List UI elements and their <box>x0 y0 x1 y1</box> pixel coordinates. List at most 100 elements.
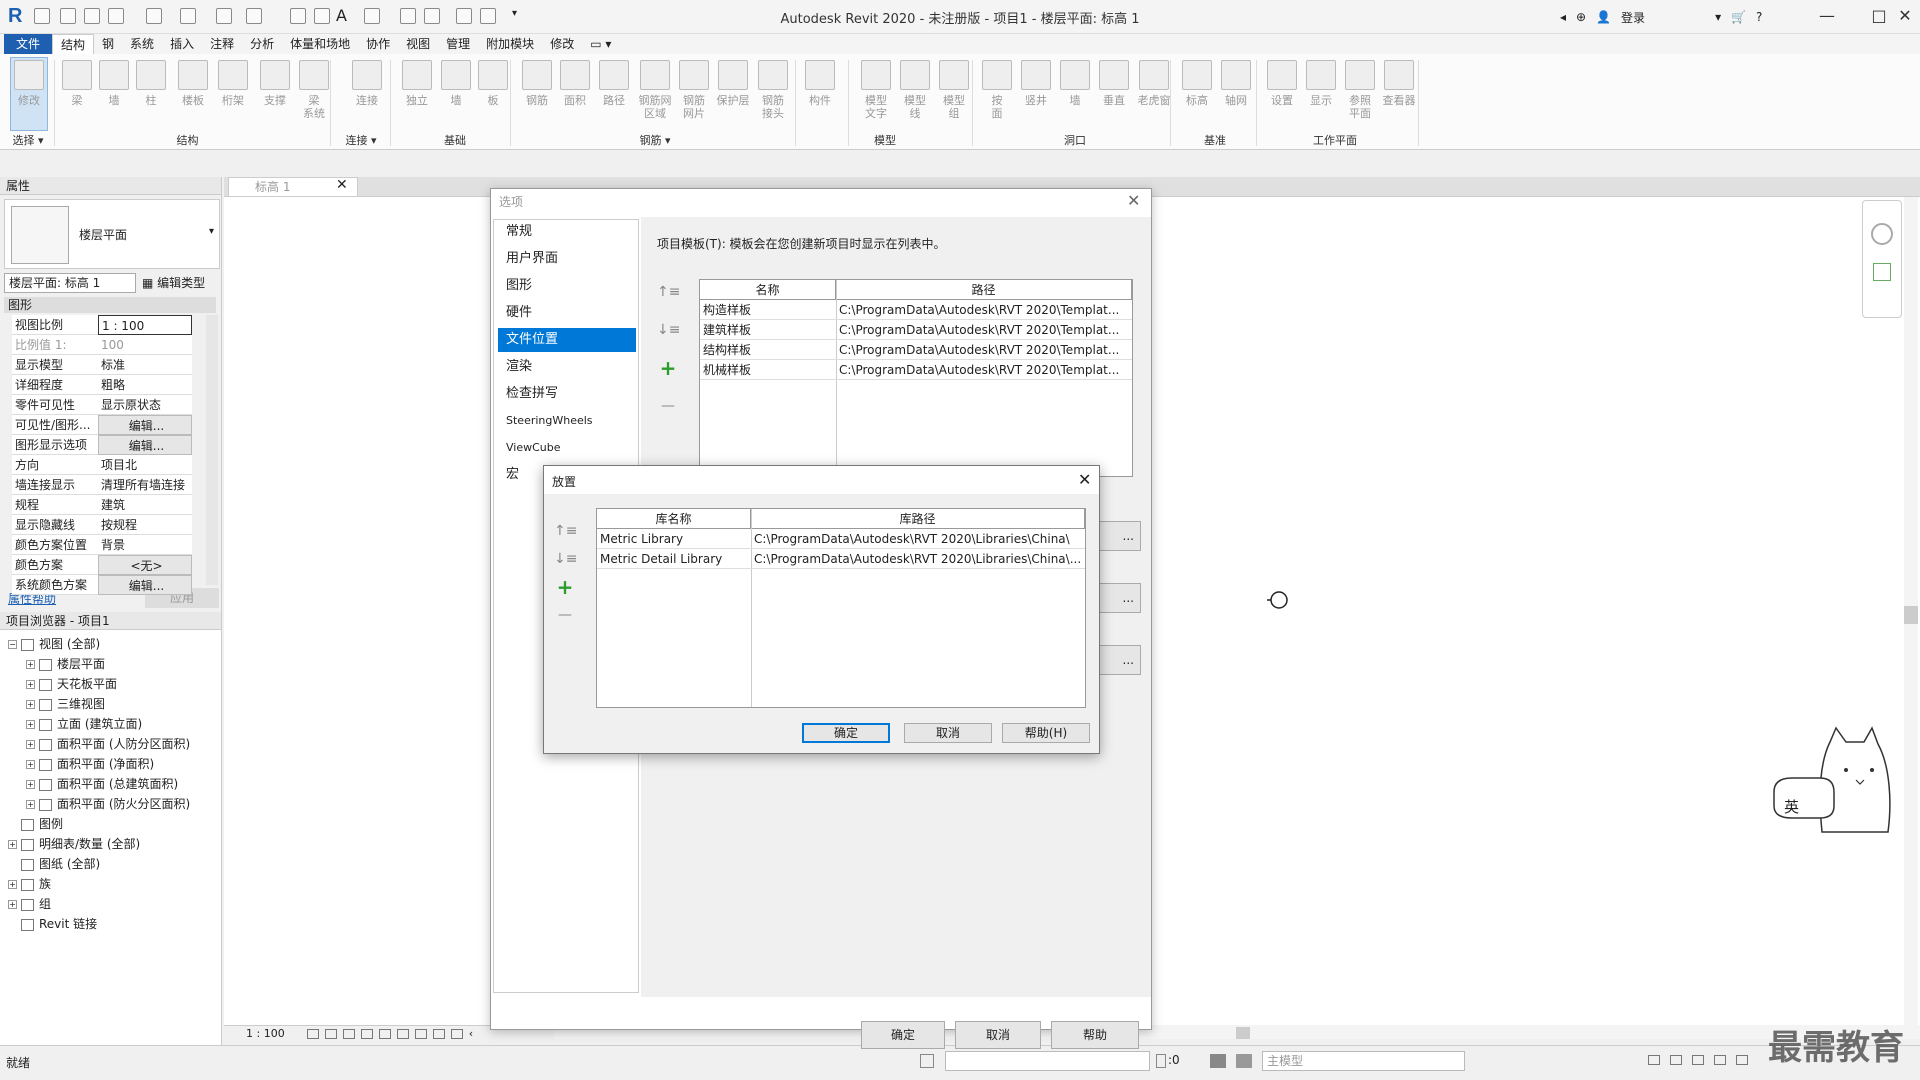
editable-only-icon[interactable] <box>1210 1054 1226 1068</box>
move-down-icon[interactable]: ↓≡ <box>554 548 577 570</box>
property-value[interactable]: <无> <box>98 555 192 575</box>
tree-item[interactable]: + 明细表/数量 (全部) <box>0 834 222 854</box>
ribbon-group-label[interactable]: 模型 <box>860 132 910 148</box>
ribbon-tool-24[interactable]: 竖井 <box>1017 58 1055 134</box>
expand-icon[interactable]: + <box>26 680 35 689</box>
tree-item[interactable]: + 天花板平面 <box>0 674 222 694</box>
ribbon-tool-6[interactable]: 支撑 <box>256 58 294 134</box>
property-value[interactable]: 编辑... <box>98 415 192 435</box>
table-row[interactable]: Metric Detail Library C:\ProgramData\Auto… <box>597 549 1085 569</box>
expand-icon[interactable]: + <box>26 760 35 769</box>
redo-icon[interactable] <box>180 8 196 24</box>
menu-tab-5[interactable]: 注释 <box>202 34 242 54</box>
property-value[interactable]: 显示原状态 <box>98 395 192 415</box>
login-dropdown-icon[interactable]: ▾ <box>1715 10 1721 24</box>
tree-item[interactable]: + 立面 (建筑立面) <box>0 714 222 734</box>
chevron-down-icon[interactable]: ▾ <box>209 226 214 237</box>
property-value[interactable]: 背景 <box>98 535 192 555</box>
tree-item[interactable]: 图纸 (全部) <box>0 854 222 874</box>
ribbon-tool-32[interactable]: 参照 平面 <box>1341 58 1379 134</box>
ribbon-mode-icon[interactable]: ▭ ▾ <box>582 34 619 54</box>
temp-hide-icon[interactable] <box>414 1028 427 1039</box>
minimize-button[interactable]: — <box>1810 4 1844 28</box>
table-row[interactable]: 建筑样板 C:\ProgramData\Autodesk\RVT 2020\Tem… <box>700 320 1132 340</box>
menu-tab-7[interactable]: 体量和场地 <box>282 34 358 54</box>
expand-icon[interactable]: + <box>26 720 35 729</box>
sync-icon[interactable] <box>108 8 124 24</box>
properties-scrollbar[interactable] <box>206 315 218 585</box>
ribbon-tool-19[interactable]: 构件 <box>801 58 839 134</box>
options-nav-item[interactable]: 文件位置 <box>498 328 636 352</box>
options-nav-item[interactable]: 图形 <box>498 274 636 298</box>
table-row[interactable]: 构造样板 C:\ProgramData\Autodesk\RVT 2020\Tem… <box>700 300 1132 320</box>
menu-tab-3[interactable]: 系统 <box>122 34 162 54</box>
menu-tab-12[interactable]: 修改 <box>542 34 582 54</box>
tree-item[interactable]: + 面积平面 (总建筑面积) <box>0 774 222 794</box>
tree-item[interactable]: Revit 链接 <box>0 914 222 934</box>
menu-tab-11[interactable]: 附加模块 <box>478 34 542 54</box>
view-scale[interactable]: 1 : 100 <box>246 1027 285 1040</box>
ribbon-tool-1[interactable]: 梁 <box>58 58 96 134</box>
workset-selector[interactable] <box>945 1051 1150 1071</box>
table-row[interactable]: 机械样板 C:\ProgramData\Autodesk\RVT 2020\Tem… <box>700 360 1132 380</box>
design-options-icon[interactable] <box>1236 1054 1252 1068</box>
close-icon[interactable]: ✕ <box>1078 470 1091 489</box>
options-nav-item[interactable]: 用户界面 <box>498 247 636 271</box>
text-icon[interactable]: A <box>336 6 347 25</box>
add-icon[interactable]: + <box>657 357 679 379</box>
tree-item[interactable]: + 组 <box>0 894 222 914</box>
edit-type-button[interactable]: ▦ 编辑类型 <box>142 273 205 293</box>
cancel-button[interactable]: 取消 <box>904 723 992 743</box>
horizontal-scroll-thumb[interactable] <box>1236 1027 1250 1039</box>
chevron-left-icon[interactable]: ◂ <box>1560 10 1566 24</box>
options-nav-item[interactable]: 常规 <box>498 220 636 244</box>
new-file-icon[interactable] <box>34 8 50 24</box>
filter-icon[interactable] <box>1156 1054 1166 1068</box>
ribbon-tool-33[interactable]: 查看器 <box>1380 58 1418 134</box>
ribbon-tool-4[interactable]: 楼板 <box>174 58 212 134</box>
ribbon-tool-16[interactable]: 钢筋 网片 <box>675 58 713 134</box>
ribbon-tool-21[interactable]: 模型 线 <box>896 58 934 134</box>
ribbon-tool-9[interactable]: 独立 <box>398 58 436 134</box>
ribbon-tool-20[interactable]: 模型 文字 <box>857 58 895 134</box>
ribbon-tool-17[interactable]: 保护层 <box>714 58 752 134</box>
column-header[interactable]: 库名称 <box>597 509 751 529</box>
ribbon-tool-27[interactable]: 老虎窗 <box>1135 58 1173 134</box>
tag-icon[interactable] <box>314 8 330 24</box>
property-value[interactable]: 项目北 <box>98 455 192 475</box>
tree-item[interactable]: + 面积平面 (人防分区面积) <box>0 734 222 754</box>
ribbon-tool-18[interactable]: 钢筋 接头 <box>754 58 792 134</box>
options-nav-item[interactable]: ViewCube <box>498 436 636 460</box>
move-up-icon[interactable]: ↑≡ <box>554 520 577 542</box>
select-pinned-icon[interactable] <box>1692 1055 1704 1065</box>
select-underlay-icon[interactable] <box>1670 1055 1682 1065</box>
help-icon[interactable]: ? <box>1756 10 1762 24</box>
ribbon-group-label[interactable]: 连接 ▾ <box>336 132 386 148</box>
options-nav-item[interactable]: 渲染 <box>498 355 636 379</box>
cart-icon[interactable]: 🛒 <box>1731 10 1746 24</box>
close-hidden-icon[interactable] <box>456 8 472 24</box>
chevron-left-icon[interactable]: ‹ <box>469 1027 473 1040</box>
close-icon[interactable]: ✕ <box>336 177 348 193</box>
menu-tab-1[interactable]: 结构 <box>52 34 95 54</box>
property-value[interactable]: 建筑 <box>98 495 192 515</box>
ribbon-group-label[interactable]: 基础 <box>430 132 480 148</box>
tree-item[interactable]: + 面积平面 (防火分区面积) <box>0 794 222 814</box>
expand-icon[interactable]: + <box>8 840 17 849</box>
menu-tab-4[interactable]: 插入 <box>162 34 202 54</box>
open-icon[interactable] <box>60 8 76 24</box>
worksets-icon[interactable] <box>920 1054 934 1068</box>
type-selector[interactable]: 楼层平面 ▾ <box>4 199 220 269</box>
detail-level-icon[interactable] <box>306 1028 319 1039</box>
column-header[interactable]: 库路径 <box>751 509 1085 529</box>
ribbon-group-label[interactable]: 结构 <box>150 132 225 148</box>
menu-tab-0[interactable]: 文件 <box>4 34 53 54</box>
switch-windows-icon[interactable] <box>480 8 496 24</box>
expand-icon[interactable]: + <box>26 700 35 709</box>
cancel-button[interactable]: 取消 <box>955 1021 1041 1049</box>
ribbon-tool-23[interactable]: 按 面 <box>978 58 1016 134</box>
property-value[interactable]: 编辑... <box>98 435 192 455</box>
menu-tab-2[interactable]: 钢 <box>94 34 122 54</box>
ribbon-tool-30[interactable]: 设置 <box>1263 58 1301 134</box>
ribbon-tool-28[interactable]: 标高 <box>1178 58 1216 134</box>
